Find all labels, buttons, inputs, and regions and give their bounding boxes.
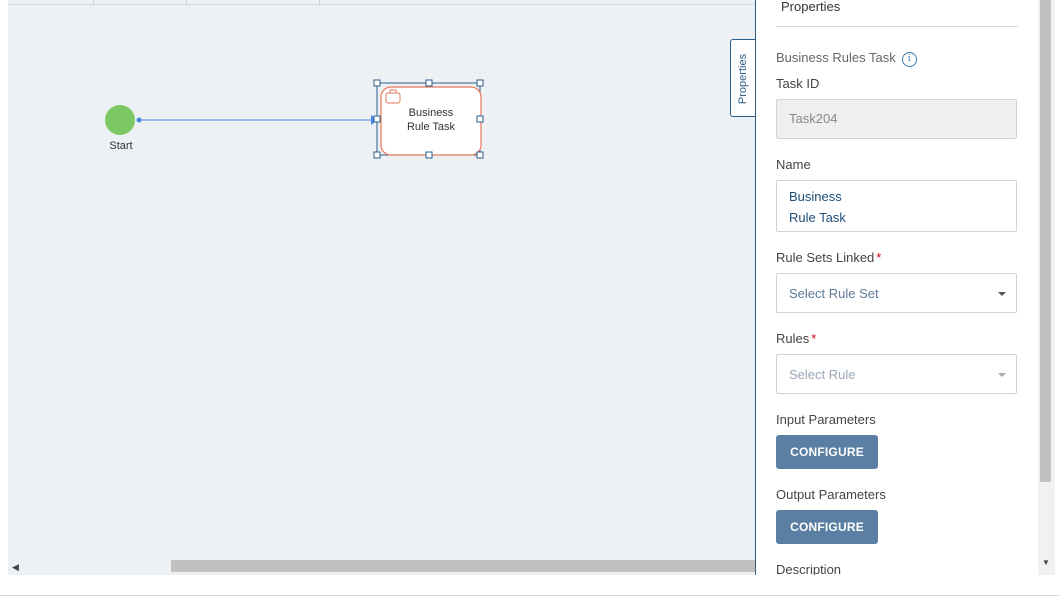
name-label: Name: [776, 157, 811, 172]
properties-tab-label: Properties: [737, 53, 749, 105]
vertical-scroll-thumb[interactable]: [1040, 0, 1051, 482]
section-title: Business Rules Task i: [776, 50, 917, 67]
rule-sets-label: Rule Sets Linked *: [776, 250, 881, 265]
rule-set-select[interactable]: Select Rule Set: [776, 273, 1017, 313]
name-line2: Rule Task: [789, 210, 846, 225]
rule-set-placeholder: Select Rule Set: [789, 286, 879, 301]
task-label: Business Rule Task: [381, 106, 481, 134]
output-parameters-label: Output Parameters: [776, 487, 886, 502]
start-event[interactable]: [105, 105, 135, 135]
input-configure-button[interactable]: CONFIGURE: [776, 435, 878, 469]
horizontal-scroll-thumb[interactable]: [171, 560, 755, 572]
properties-side-tab[interactable]: Properties: [730, 39, 755, 117]
chevron-down-icon: [998, 373, 1006, 377]
description-label: Description: [776, 562, 842, 575]
start-event-label: Start: [109, 140, 133, 152]
task-label-line1: Business: [408, 107, 454, 119]
required-marker: *: [811, 331, 817, 346]
panel-title: Properties: [781, 0, 841, 14]
section-title-text: Business Rules Task: [776, 50, 896, 65]
bottom-divider: [0, 595, 1060, 596]
rule-placeholder: Select Rule: [789, 367, 856, 382]
left-gutter: [0, 0, 8, 575]
horizontal-scrollbar[interactable]: ◀: [8, 559, 755, 573]
info-icon[interactable]: i: [901, 52, 917, 67]
diagram-canvas[interactable]: Start Business Rule Task ◀: [8, 0, 755, 575]
task-id-label: Task ID: [776, 76, 820, 91]
vertical-scrollbar[interactable]: ▼: [1038, 0, 1055, 575]
scroll-down-icon[interactable]: ▼: [1042, 558, 1050, 567]
rule-select[interactable]: Select Rule: [776, 354, 1017, 394]
chevron-down-icon: [998, 292, 1006, 296]
name-field[interactable]: Business Rule Task: [776, 180, 1017, 232]
task-id-value: Task204: [789, 111, 838, 126]
diagram-drawing: [105, 79, 484, 159]
scroll-left-icon[interactable]: ◀: [12, 562, 19, 573]
rules-label: Rules *: [776, 331, 816, 346]
name-line1: Business: [789, 189, 842, 204]
task-label-line2: Rule Task: [406, 121, 456, 133]
input-parameters-label: Input Parameters: [776, 412, 876, 427]
output-configure-button[interactable]: CONFIGURE: [776, 510, 878, 544]
task-id-field: Task204: [776, 99, 1017, 139]
required-marker: *: [876, 250, 882, 265]
panel-divider: [776, 26, 1018, 27]
flow-start-point: [136, 117, 142, 123]
rule-sets-label-text: Rule Sets Linked: [776, 250, 875, 265]
rules-label-text: Rules: [776, 331, 810, 346]
properties-panel: Properties Business Rules Task i Task ID …: [755, 0, 1039, 575]
